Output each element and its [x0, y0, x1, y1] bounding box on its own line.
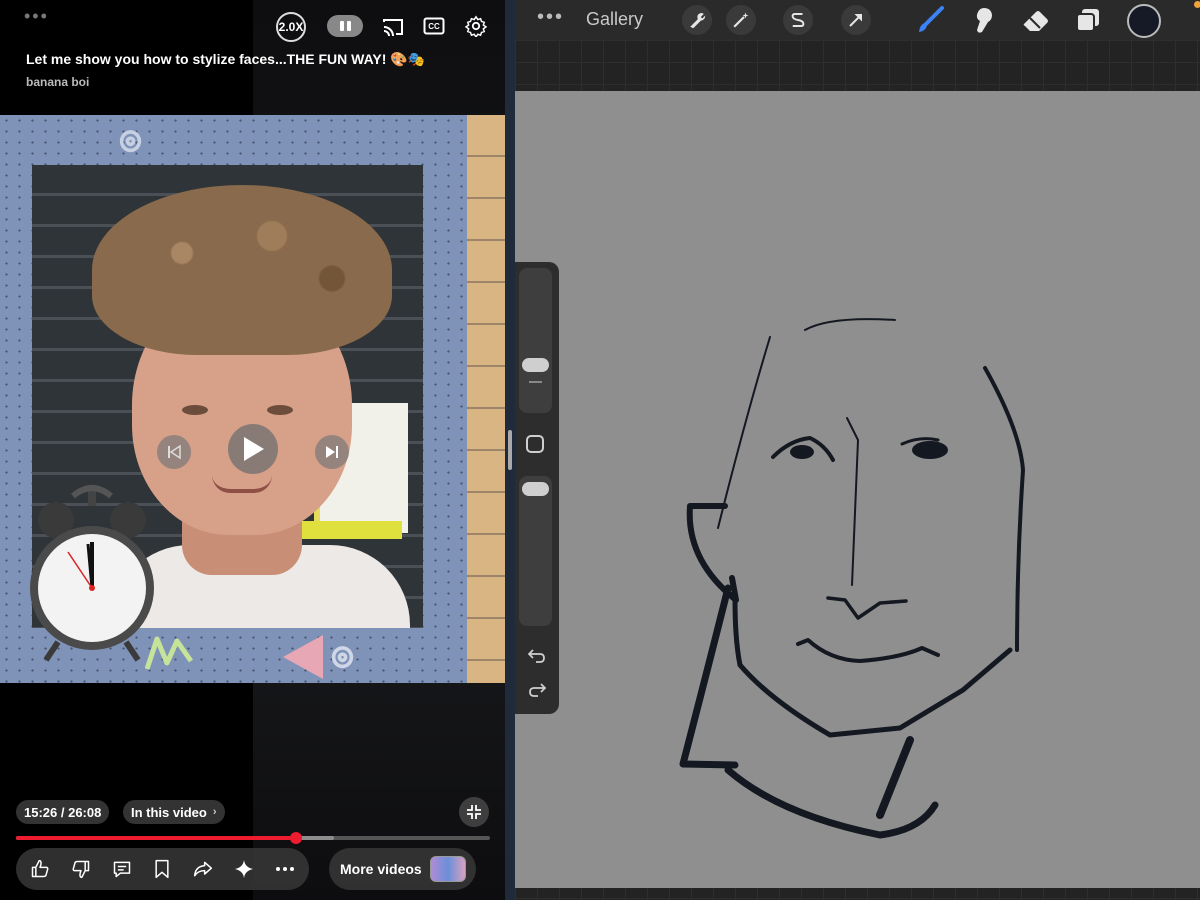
- save-icon[interactable]: [147, 854, 177, 884]
- undo-icon[interactable]: [526, 646, 548, 666]
- progress-played: [16, 836, 296, 840]
- scrubber-handle[interactable]: [289, 832, 302, 844]
- more-videos-thumbnail: [429, 856, 466, 882]
- yellow-tape: [302, 521, 402, 539]
- cast-icon[interactable]: [380, 14, 406, 40]
- playback-controls: [157, 424, 349, 474]
- brush-sidebar: [515, 262, 559, 714]
- remix-sparkle-icon[interactable]: [229, 854, 259, 884]
- brush-size-slider[interactable]: [519, 268, 552, 413]
- actions-wrench-icon[interactable]: [682, 5, 712, 35]
- opacity-handle[interactable]: [522, 482, 549, 496]
- video-player: ••• 2.0X CC Let me show you how to styli…: [0, 0, 505, 900]
- sketch-left-eye: [790, 445, 814, 459]
- multitask-dots-icon[interactable]: •••: [537, 6, 564, 29]
- chevron-right-icon: ›: [212, 806, 217, 818]
- multitask-dots-icon[interactable]: •••: [24, 6, 49, 27]
- chapters-button[interactable]: In this video ›: [123, 800, 225, 824]
- alarm-clock-icon: [30, 485, 154, 662]
- brush-icon[interactable]: [915, 5, 945, 35]
- top-toolbar: ••• Gallery: [515, 0, 1200, 40]
- split-view-handle[interactable]: [508, 430, 512, 470]
- captions-button[interactable]: CC: [422, 15, 446, 37]
- previous-video-button[interactable]: [157, 435, 191, 469]
- transform-arrow-icon[interactable]: [841, 5, 871, 35]
- sketch-left-head: [717, 336, 771, 529]
- sketch-nose-bridge: [846, 417, 859, 586]
- dislike-icon[interactable]: [66, 854, 96, 884]
- chapters-label: In this video: [131, 804, 207, 820]
- mouth: [212, 475, 272, 493]
- triangle-decoration: [283, 635, 323, 679]
- play-button[interactable]: [228, 424, 278, 474]
- sketch-right-head: [983, 366, 1025, 652]
- brush-size-handle[interactable]: [522, 358, 549, 372]
- next-video-button[interactable]: [315, 435, 349, 469]
- sketch-nose: [826, 596, 908, 620]
- video-title[interactable]: Let me show you how to stylize faces...T…: [26, 51, 425, 68]
- layers-icon[interactable]: [1073, 5, 1103, 35]
- share-icon[interactable]: [188, 854, 218, 884]
- sketch-right-eye: [912, 441, 948, 459]
- playback-speed-button[interactable]: 2.0X: [276, 12, 306, 42]
- comment-icon[interactable]: [107, 854, 137, 884]
- wood-panel-background: [467, 115, 505, 683]
- drawing-canvas[interactable]: [515, 91, 1200, 888]
- curly-hair: [92, 185, 392, 355]
- sketch-shoulder: [724, 766, 939, 839]
- face-sketch: [679, 318, 1025, 839]
- sketch-mouth: [796, 638, 940, 663]
- adjustments-wand-icon[interactable]: [726, 5, 756, 35]
- right-eye: [267, 405, 293, 415]
- settings-gear-icon[interactable]: [463, 13, 489, 39]
- more-icon[interactable]: [270, 854, 300, 884]
- sketch-jaw-left: [732, 597, 1013, 738]
- sketch-collar: [876, 736, 914, 819]
- channel-name[interactable]: banana boi: [26, 75, 89, 89]
- drawing-app: ••• Gallery: [515, 0, 1200, 900]
- swirl-decoration: ၜ: [330, 628, 355, 677]
- smudge-icon[interactable]: [968, 5, 998, 35]
- eraser-icon[interactable]: [1021, 5, 1051, 35]
- modify-button[interactable]: [526, 435, 544, 453]
- selection-s-icon[interactable]: [783, 5, 813, 35]
- exit-fullscreen-icon[interactable]: [459, 797, 489, 827]
- progress-bar[interactable]: [16, 832, 490, 844]
- action-bar: [16, 848, 309, 890]
- more-videos-button[interactable]: More videos: [329, 848, 476, 890]
- pause-button[interactable]: [327, 15, 363, 37]
- brush-size-notch: [529, 381, 542, 383]
- sketch-neck-left: [679, 584, 739, 769]
- redo-icon[interactable]: [526, 680, 548, 700]
- time-display: 15:26 / 26:08: [16, 800, 110, 824]
- color-picker-swatch[interactable]: [1127, 4, 1161, 38]
- sketch-head-top: [804, 318, 896, 331]
- captions-label: CC: [428, 21, 440, 31]
- status-indicator-dot: [1194, 1, 1200, 8]
- more-videos-label: More videos: [340, 861, 422, 877]
- left-eye: [182, 405, 208, 415]
- gallery-button[interactable]: Gallery: [586, 9, 643, 30]
- opacity-slider[interactable]: [519, 476, 552, 626]
- like-icon[interactable]: [25, 854, 55, 884]
